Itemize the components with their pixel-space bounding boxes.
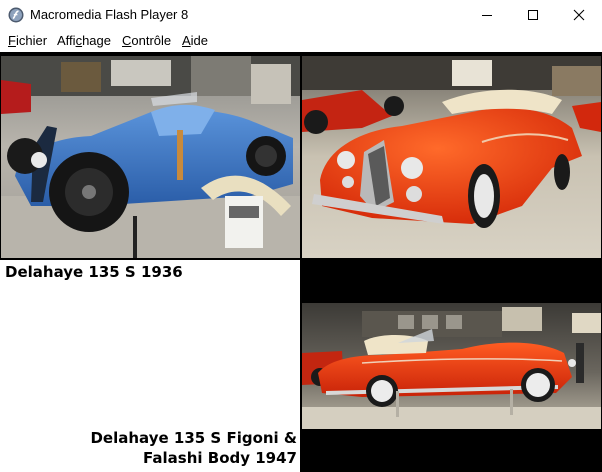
minimize-button[interactable]	[464, 0, 510, 30]
title-bar[interactable]: Macromedia Flash Player 8	[0, 0, 602, 30]
photo-delahaye-figoni-side	[302, 303, 601, 429]
caption-panel: Delahaye 135 S 1936 Delahaye 135 S Figon…	[0, 260, 300, 472]
caption-delahaye-135s-1936: Delahaye 135 S 1936	[5, 263, 183, 281]
minimize-icon	[482, 15, 492, 16]
photo-delahaye-figoni-front	[302, 56, 601, 258]
menu-fichier[interactable]: Fichier	[8, 33, 47, 48]
flash-stage[interactable]: Delahaye 135 S 1936 Delahaye 135 S Figon…	[0, 52, 602, 472]
caption-line-2: Falashi Body 1947	[143, 449, 297, 467]
photo-delahaye-135s-1936	[1, 56, 300, 258]
window-title: Macromedia Flash Player 8	[30, 7, 189, 22]
flash-player-window: Macromedia Flash Player 8 Fichier Affich…	[0, 0, 602, 472]
maximize-button[interactable]	[510, 0, 556, 30]
caption-line-1: Delahaye 135 S Figoni &	[90, 429, 297, 447]
close-button[interactable]	[556, 0, 602, 30]
flash-app-icon	[8, 7, 24, 23]
close-icon	[573, 9, 585, 21]
menu-affichage[interactable]: Affichage	[57, 33, 111, 48]
caption-delahaye-figoni-1947: Delahaye 135 S Figoni & Falashi Body 194…	[17, 428, 297, 468]
menu-aide[interactable]: Aide	[182, 33, 208, 48]
menu-controle[interactable]: Contrôle	[122, 33, 171, 48]
maximize-icon	[528, 10, 538, 20]
menu-bar: Fichier Affichage Contrôle Aide	[0, 30, 602, 52]
